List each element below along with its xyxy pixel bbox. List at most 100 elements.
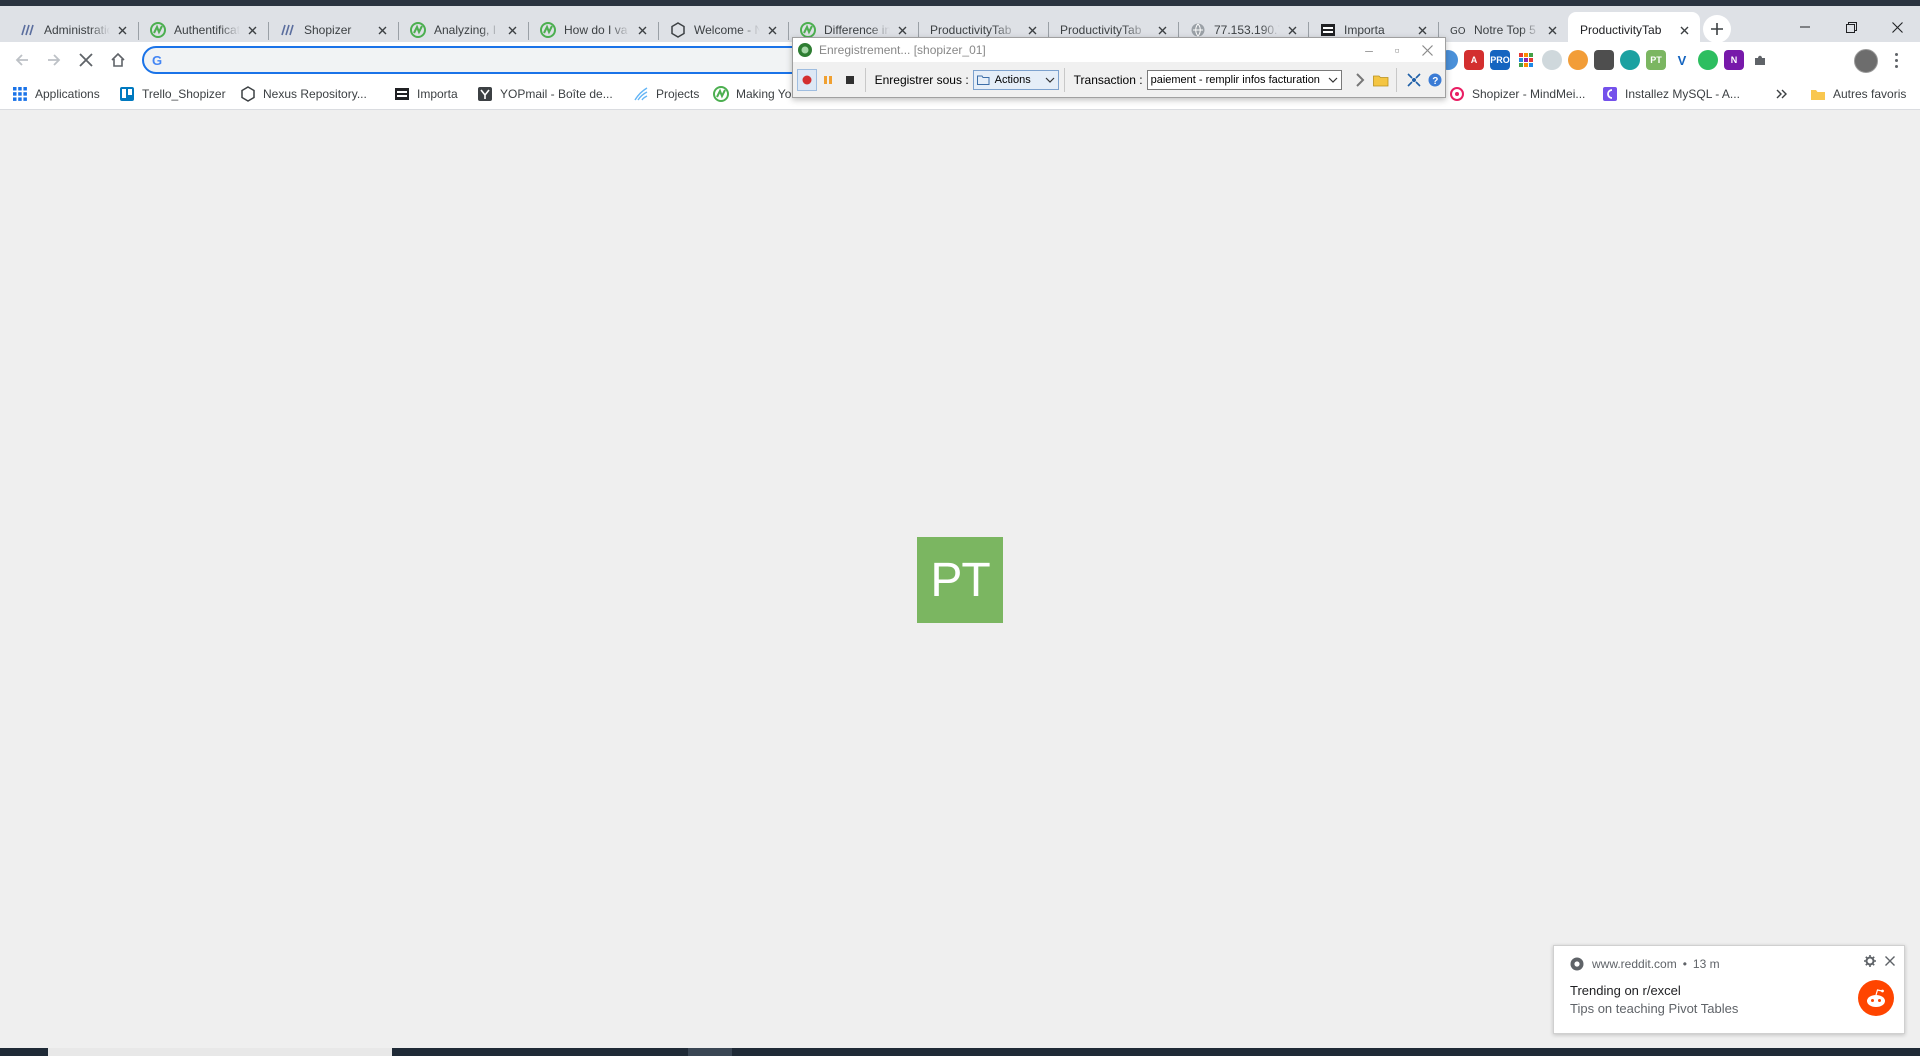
stop-icon <box>845 76 854 84</box>
stop-button[interactable] <box>840 69 860 91</box>
bookmark-mindmeister[interactable]: Shopizer - MindMei... <box>1449 82 1585 106</box>
recorder-titlebar[interactable]: Enregistrement... [shopizer_01] – ▫ <box>793 38 1445 62</box>
recorder-window: Enregistrement... [shopizer_01] – ▫ Enre… <box>792 37 1446 98</box>
hs-icon <box>20 22 36 38</box>
cookie-icon[interactable] <box>1568 50 1588 70</box>
help-button[interactable]: ? <box>1426 69 1446 91</box>
recorder-close-button[interactable] <box>1413 40 1441 60</box>
next-transaction-button[interactable] <box>1350 69 1370 91</box>
close-icon[interactable] <box>244 22 260 38</box>
mindmeister-icon <box>1449 86 1465 102</box>
close-icon[interactable] <box>1676 22 1692 38</box>
grid-icon[interactable] <box>1516 50 1536 70</box>
v-icon[interactable]: V <box>1672 50 1692 70</box>
home-icon <box>111 52 125 67</box>
openclassrooms-icon <box>1602 86 1618 102</box>
close-icon[interactable] <box>764 22 780 38</box>
browser-menu-button[interactable] <box>1884 46 1908 74</box>
feather-icon[interactable] <box>1542 50 1562 70</box>
home-button[interactable] <box>104 46 132 74</box>
hexagon-icon <box>670 22 686 38</box>
bookmark-making-yo[interactable]: Making Yo <box>713 82 791 106</box>
profile-avatar[interactable] <box>1854 49 1878 73</box>
record-button[interactable] <box>797 69 817 91</box>
close-icon[interactable] <box>1154 22 1170 38</box>
stop-loading-button[interactable] <box>72 46 100 74</box>
onenote-icon[interactable]: N <box>1724 50 1744 70</box>
pause-button[interactable] <box>819 69 839 91</box>
pause-icon <box>824 76 833 84</box>
plus-icon <box>1711 23 1723 35</box>
hs-icon <box>280 22 296 38</box>
notification-settings-button[interactable] <box>1861 952 1879 970</box>
gear-icon <box>1864 955 1876 967</box>
recorder-maximize-button[interactable]: ▫ <box>1383 40 1411 60</box>
evernote-icon[interactable] <box>1698 50 1718 70</box>
acrobat-icon[interactable]: A <box>1464 50 1484 70</box>
google-g-icon: G <box>152 52 163 68</box>
open-folder-button[interactable] <box>1371 69 1391 91</box>
recorder-app-icon <box>798 43 812 57</box>
notification-close-button[interactable] <box>1881 952 1899 970</box>
close-icon[interactable] <box>114 22 130 38</box>
tab-title: ProductivityTab <box>1060 23 1142 37</box>
window-close-button[interactable] <box>1874 12 1920 42</box>
close-icon[interactable] <box>1024 22 1040 38</box>
chevron-double-right-icon <box>1776 89 1787 99</box>
productivitytab-logo: PT <box>917 537 1003 623</box>
close-icon[interactable] <box>1414 22 1430 38</box>
chrome-notification[interactable]: www.reddit.com • 13 m Trending on r/exce… <box>1553 945 1905 1034</box>
puzzle-icon[interactable] <box>1750 50 1770 70</box>
tab-title: Shopizer <box>304 23 352 37</box>
new-tab-button[interactable] <box>1703 15 1731 43</box>
tab-title: 77.153.190.7 <box>1214 23 1280 37</box>
more-bookmarks-button[interactable] <box>1776 82 1788 106</box>
bookmark-trello[interactable]: Trello_Shopizer <box>119 82 226 106</box>
restore-button[interactable] <box>1828 12 1874 42</box>
recorder-toolbar: Enregistrer sous : Actions Transaction :… <box>793 62 1445 98</box>
target-button[interactable] <box>1404 69 1424 91</box>
bookmark-label: Installez MySQL - A... <box>1625 87 1740 101</box>
pt-icon[interactable]: PT <box>1646 50 1666 70</box>
taskbar <box>0 1048 1920 1056</box>
back-button[interactable] <box>8 46 36 74</box>
transaction-dropdown[interactable]: paiement - remplir infos facturation <box>1146 70 1342 90</box>
bookmark-nexus[interactable]: Nexus Repository... <box>240 82 367 106</box>
bookmark-projects[interactable]: Projects <box>633 82 699 106</box>
pro-icon[interactable]: PRO <box>1490 50 1510 70</box>
save-as-dropdown[interactable]: Actions <box>972 70 1059 90</box>
close-icon[interactable] <box>894 22 910 38</box>
forward-button[interactable] <box>40 46 68 74</box>
stop-icon <box>79 53 93 67</box>
trello-icon <box>119 86 135 102</box>
close-icon[interactable] <box>504 22 520 38</box>
recorder-minimize-button[interactable]: – <box>1355 40 1383 60</box>
close-icon[interactable] <box>374 22 390 38</box>
bookmark-importa[interactable]: Importa <box>394 82 458 106</box>
tool-icon[interactable] <box>1594 50 1614 70</box>
n-green-icon <box>800 22 816 38</box>
bookmark-yopmail[interactable]: YOPmail - Boîte de... <box>477 82 613 106</box>
svg-text:?: ? <box>1433 76 1439 87</box>
close-icon <box>1891 21 1903 33</box>
bookmark-label: YOPmail - Boîte de... <box>500 87 613 101</box>
taskbar-search[interactable] <box>48 1048 392 1056</box>
extensions-area: A PRO PT V N <box>1438 50 1776 70</box>
notification-title: Trending on r/excel <box>1570 983 1681 998</box>
minimize-button[interactable] <box>1782 12 1828 42</box>
taskbar-app[interactable] <box>688 1048 732 1056</box>
separator <box>1396 68 1397 92</box>
close-icon[interactable] <box>1284 22 1300 38</box>
close-icon[interactable] <box>634 22 650 38</box>
circle-icon[interactable] <box>1620 50 1640 70</box>
close-icon[interactable] <box>1544 22 1560 38</box>
importa-icon <box>1320 22 1336 38</box>
bookmark-other-favorites[interactable]: Autres favoris <box>1810 82 1906 106</box>
chrome-icon <box>1570 957 1584 971</box>
tab-title: Welcome - N <box>694 23 760 37</box>
bookmark-label: Nexus Repository... <box>263 87 367 101</box>
bookmark-mysql[interactable]: Installez MySQL - A... <box>1602 82 1740 106</box>
tab-title: Difference in <box>824 23 890 37</box>
bookmark-label: Trello_Shopizer <box>142 87 226 101</box>
bookmark-applications[interactable]: Applications <box>12 82 100 106</box>
